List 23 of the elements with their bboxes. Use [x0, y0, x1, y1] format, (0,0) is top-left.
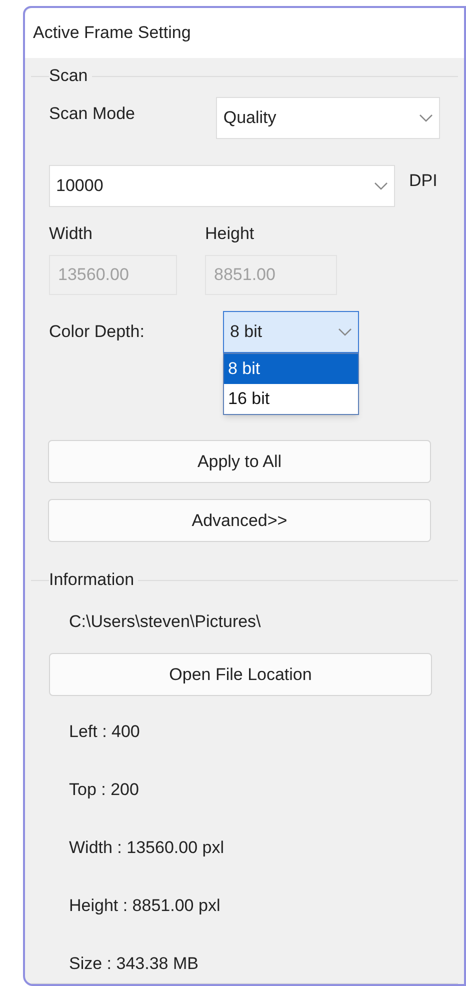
dropdown-option[interactable]: 8 bit	[224, 354, 358, 384]
info-line: Width : 13560.00 pxl	[69, 836, 225, 859]
chevron-down-icon	[419, 114, 433, 122]
action-button[interactable]: Advanced>>	[48, 499, 431, 542]
dropdown-option[interactable]: 16 bit	[224, 384, 358, 414]
chevron-down-icon	[374, 182, 388, 190]
info-line: Height : 8851.00 pxl	[69, 894, 222, 917]
field-label: Color Depth:	[49, 320, 146, 343]
field-label: Width	[49, 223, 94, 246]
field-label: Height	[205, 223, 254, 246]
open-file-location-button[interactable]: Open File Location	[49, 652, 432, 696]
color-depth-dropdown[interactable]: 8 bit	[223, 310, 359, 353]
info-line: Size : 343.38 MB	[69, 952, 200, 975]
info-line: Left : 400	[69, 720, 141, 743]
field-label: Scan Mode	[49, 103, 136, 126]
action-button[interactable]: Apply to All	[48, 440, 431, 484]
dpi-dropdown[interactable]: 10000	[49, 165, 395, 208]
file-path: C:\Users\steven\Pictures\	[69, 611, 262, 634]
unit-label: DPI	[409, 170, 438, 192]
window-title: Active Frame Setting	[33, 22, 191, 44]
scan-mode-dropdown[interactable]: Quality	[216, 97, 440, 140]
info-line: Top : 200	[69, 778, 140, 801]
chevron-down-icon	[338, 328, 352, 336]
